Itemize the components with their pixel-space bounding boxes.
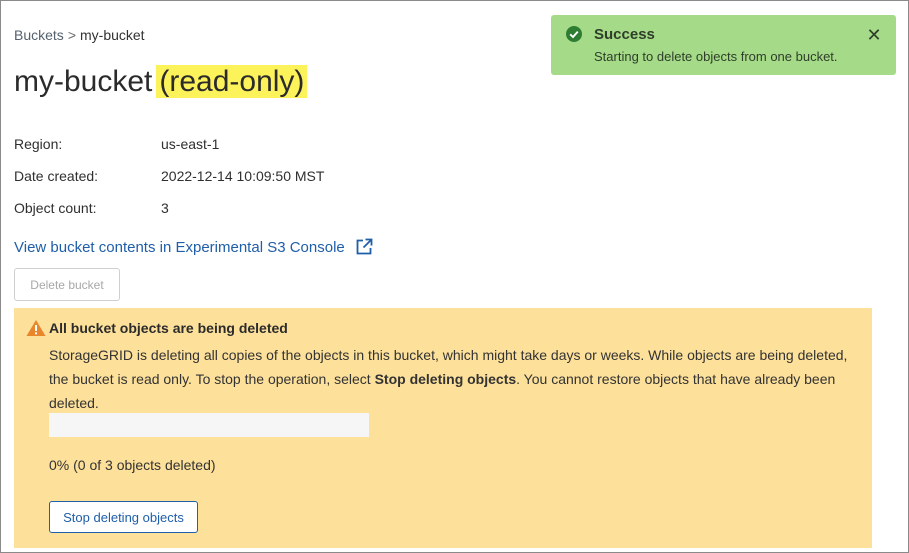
deletion-progress-text: 0% (0 of 3 objects deleted)	[49, 457, 216, 473]
warning-icon	[26, 320, 46, 336]
property-value: us-east-1	[161, 136, 220, 152]
breadcrumb: Buckets > my-bucket	[14, 27, 145, 43]
deletion-progress-bar	[49, 413, 369, 437]
breadcrumb-current: my-bucket	[80, 27, 145, 43]
check-circle-icon	[566, 26, 582, 42]
page-title: my-bucket (read-only)	[14, 65, 308, 99]
warning-text-emphasis: Stop deleting objects	[374, 371, 517, 387]
property-value: 2022-12-14 10:09:50 MST	[161, 168, 325, 184]
toast-message: Starting to delete objects from one buck…	[594, 49, 838, 64]
property-label: Date created:	[14, 168, 99, 184]
property-value: 3	[161, 200, 169, 216]
page-frame: Buckets > my-bucket my-bucket (read-only) R…	[0, 0, 909, 553]
external-link-icon	[356, 238, 373, 255]
toast-title: Success	[594, 26, 655, 43]
success-toast: Success Starting to delete objects from …	[551, 15, 896, 75]
breadcrumb-buckets-link[interactable]: Buckets	[14, 27, 64, 43]
property-region: Region: us-east-1	[14, 135, 324, 167]
bucket-properties: Region: us-east-1 Date created: 2022-12-…	[14, 135, 324, 231]
property-object-count: Object count: 3	[14, 199, 324, 231]
deletion-warning-banner: All bucket objects are being deleted Sto…	[14, 308, 872, 548]
close-icon[interactable]: ✕	[866, 27, 882, 45]
warning-message: StorageGRID is deleting all copies of th…	[49, 343, 859, 415]
bucket-name: my-bucket	[14, 65, 153, 98]
warning-title: All bucket objects are being deleted	[49, 320, 288, 336]
property-label: Region:	[14, 136, 63, 152]
property-date-created: Date created: 2022-12-14 10:09:50 MST	[14, 167, 324, 199]
read-only-badge: (read-only)	[156, 65, 308, 98]
stop-deleting-objects-button[interactable]: Stop deleting objects	[49, 501, 198, 533]
property-label: Object count:	[14, 200, 97, 216]
breadcrumb-separator: >	[67, 27, 76, 43]
view-bucket-contents-link[interactable]: View bucket contents in Experimental S3 …	[14, 238, 373, 256]
delete-bucket-button[interactable]: Delete bucket	[14, 268, 120, 301]
console-link-label: View bucket contents in Experimental S3 …	[14, 238, 345, 256]
